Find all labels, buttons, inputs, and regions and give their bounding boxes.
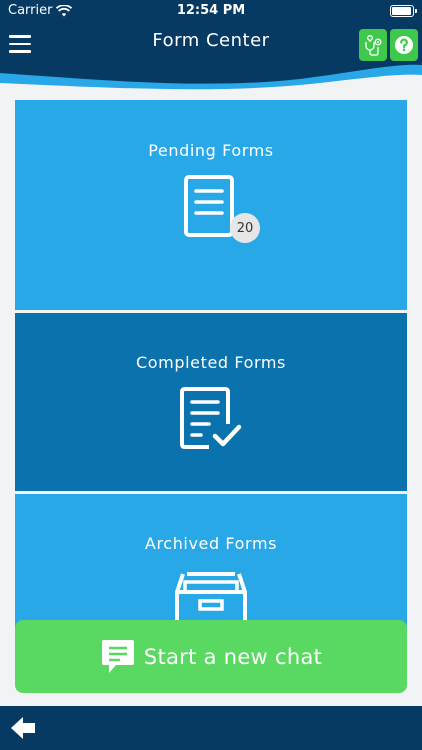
battery-icon — [390, 5, 417, 17]
start-new-chat-button[interactable]: Start a new chat — [15, 620, 407, 693]
pending-count-badge: 20 — [230, 213, 260, 243]
completed-forms-label: Completed Forms — [136, 353, 286, 372]
back-button[interactable] — [9, 716, 37, 740]
forms-tile-list: Pending Forms 20 Completed Forms Archive… — [15, 100, 407, 634]
pending-forms-label: Pending Forms — [148, 141, 274, 160]
help-icon — [395, 36, 413, 54]
chat-bubble-icon — [101, 639, 134, 673]
start-new-chat-label: Start a new chat — [143, 644, 323, 669]
pending-forms-tile[interactable]: Pending Forms 20 — [15, 100, 407, 310]
archived-forms-label: Archived Forms — [144, 534, 278, 553]
completed-forms-tile[interactable]: Completed Forms — [15, 313, 407, 491]
status-time: 12:54 PM — [176, 3, 246, 18]
archived-forms-tile[interactable]: Archived Forms — [15, 494, 407, 634]
document-check-icon — [180, 387, 242, 449]
app-header: Carrier 12:54 PM Form Center — [0, 0, 422, 92]
doctor-location-icon — [365, 35, 382, 56]
battery-level — [392, 7, 411, 15]
header-wave-decoration — [0, 64, 422, 92]
bottom-navigation-bar — [0, 706, 422, 750]
status-bar: Carrier 12:54 PM — [0, 0, 422, 22]
back-arrow-icon — [11, 717, 35, 739]
